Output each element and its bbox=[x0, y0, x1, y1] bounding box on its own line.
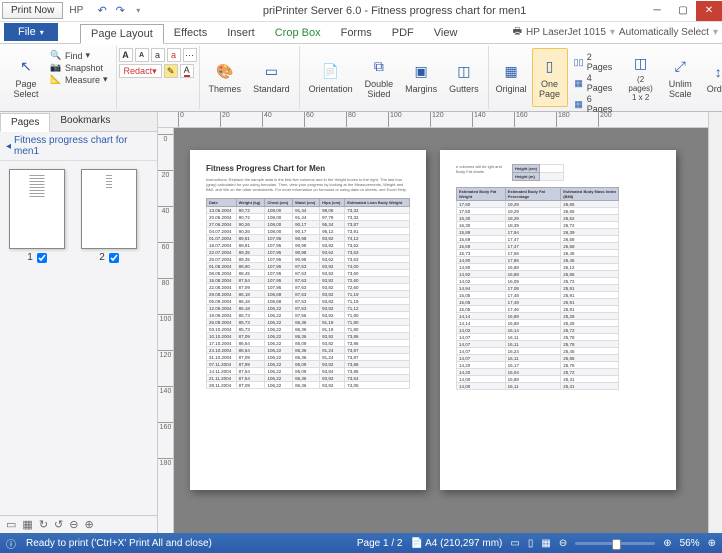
tab-crop-box[interactable]: Crop Box bbox=[265, 24, 331, 42]
tab-pdf[interactable]: PDF bbox=[382, 24, 424, 42]
themes-button[interactable]: 🎨Themes bbox=[204, 48, 247, 107]
status-view-2[interactable]: ▯ bbox=[528, 538, 534, 549]
page-select-button[interactable]: ↖Page Select bbox=[8, 48, 44, 107]
bookmarks-tab[interactable]: Bookmarks bbox=[50, 112, 120, 131]
margins-button[interactable]: ▣Margins bbox=[400, 48, 442, 107]
doc-instructions: Instructions: Replace the sample data in… bbox=[206, 177, 410, 192]
minimize-button[interactable]: ─ bbox=[644, 1, 670, 21]
find-button[interactable]: 🔍Find ▾ bbox=[50, 50, 108, 61]
char2-button[interactable]: a bbox=[167, 48, 181, 62]
order-button[interactable]: ↕Order bbox=[700, 48, 722, 107]
sp-tool-4[interactable]: ↺ bbox=[54, 518, 63, 531]
document-name[interactable]: ◂Fitness progress chart for men1 bbox=[0, 132, 157, 161]
thumb-2-checkbox[interactable] bbox=[109, 253, 119, 263]
page-1-preview: Fitness Progress Chart for Men Instructi… bbox=[190, 150, 426, 490]
data-table-2: Estimated Body Fat WeightEstimated Body … bbox=[456, 187, 619, 390]
tab-forms[interactable]: Forms bbox=[331, 24, 382, 42]
printer-icon: 🖶 bbox=[513, 24, 522, 41]
qat-dropdown-icon[interactable]: ▾ bbox=[131, 4, 145, 18]
horizontal-ruler: 020406080100120140160180200 bbox=[158, 112, 708, 128]
sp-zoom-out[interactable]: ⊖ bbox=[69, 518, 78, 531]
zoom-out[interactable]: ⊖ bbox=[559, 538, 567, 549]
find-icon: 🔍 bbox=[50, 50, 62, 61]
print-now-button[interactable]: Print Now bbox=[2, 2, 63, 19]
tab-effects[interactable]: Effects bbox=[164, 24, 217, 42]
status-page[interactable]: Page 1 / 2 bbox=[357, 538, 403, 549]
sp-zoom-in[interactable]: ⊕ bbox=[84, 518, 93, 531]
file-menu[interactable]: File bbox=[4, 23, 58, 41]
one-page-button[interactable]: ▯One Page bbox=[532, 48, 568, 107]
printer-brand-label: HP bbox=[63, 3, 89, 18]
measure-button[interactable]: 📐Measure ▾ bbox=[50, 74, 108, 85]
redo-icon[interactable]: ↷ bbox=[113, 4, 127, 18]
status-ready: Ready to print ('Ctrl+X' Print All and c… bbox=[26, 538, 212, 549]
double-sided-button[interactable]: ⧉Double Sided bbox=[360, 48, 399, 107]
4-pages-button[interactable]: ▦4 Pages bbox=[574, 73, 616, 93]
2pages-1x2-button[interactable]: ◫(2 pages) 1 x 2 bbox=[621, 48, 660, 107]
doc-title: Fitness Progress Chart for Men bbox=[206, 164, 410, 173]
status-size[interactable]: 📄 A4 (210,297 mm) bbox=[410, 538, 502, 549]
page-thumbnail-1[interactable]: ▬▬▬▬▬▬▬▬▬▬▬▬▬▬▬▬▬▬▬▬▬▬▬▬▬▬▬▬▬▬▬▬▬▬▬▬▬▬▬▬… bbox=[6, 169, 68, 507]
6-pages-button[interactable]: ▦6 Pages bbox=[574, 94, 616, 114]
standard-button[interactable]: ▭Standard bbox=[248, 48, 295, 107]
pages-tab[interactable]: Pages bbox=[0, 113, 50, 132]
snapshot-button[interactable]: 📷Snapshot bbox=[50, 62, 108, 73]
undo-icon[interactable]: ↶ bbox=[95, 4, 109, 18]
status-view-3[interactable]: ▦ bbox=[541, 538, 550, 549]
zoom-in[interactable]: ⊕ bbox=[663, 538, 671, 549]
zoom-slider[interactable] bbox=[575, 542, 655, 545]
more-button[interactable]: ⋯ bbox=[183, 48, 197, 62]
tab-page-layout[interactable]: Page Layout bbox=[80, 24, 164, 44]
2-pages-button[interactable]: ▯▯2 Pages bbox=[574, 52, 616, 72]
page-thumbnail-2[interactable]: ▬▬▬▬▬▬▬▬▬▬ 2 bbox=[78, 169, 140, 507]
printer-name[interactable]: HP LaserJet 1015 bbox=[526, 27, 606, 38]
gutters-button[interactable]: ◫Gutters bbox=[444, 48, 484, 107]
tab-insert[interactable]: Insert bbox=[217, 24, 265, 42]
font-grow-button[interactable]: A bbox=[119, 48, 133, 62]
sp-tool-2[interactable]: ▦ bbox=[22, 518, 32, 531]
camera-icon: 📷 bbox=[50, 62, 62, 73]
original-button[interactable]: ▦Original bbox=[493, 48, 530, 107]
status-view-1[interactable]: ▭ bbox=[510, 538, 519, 549]
ruler-icon: 📐 bbox=[50, 74, 62, 85]
unlim-scale-button[interactable]: ⤢Unlim Scale bbox=[662, 48, 698, 107]
status-ready-icon: ⓘ bbox=[6, 536, 16, 551]
orientation-button[interactable]: 📄Orientation bbox=[304, 48, 358, 107]
preview-canvas[interactable]: Fitness Progress Chart for Men Instructi… bbox=[174, 128, 708, 533]
window-title: priPrinter Server 6.0 - Fitness progress… bbox=[145, 5, 644, 17]
font-shrink-button[interactable]: A bbox=[135, 48, 149, 62]
zoom-fit[interactable]: ⊕ bbox=[708, 538, 716, 549]
tab-view[interactable]: View bbox=[424, 24, 468, 42]
collapse-icon: ◂ bbox=[6, 141, 11, 152]
vertical-ruler: 020406080100120140160180 bbox=[158, 128, 174, 533]
page-2-preview: e columns will be ight and Body Fat char… bbox=[440, 150, 676, 490]
close-button[interactable]: ✕ bbox=[696, 1, 722, 21]
highlight-button[interactable]: ✎ bbox=[164, 64, 178, 78]
sp-tool-3[interactable]: ↻ bbox=[39, 518, 48, 531]
thumb-1-checkbox[interactable] bbox=[37, 253, 47, 263]
maximize-button[interactable]: ▢ bbox=[670, 1, 696, 21]
sp-tool-1[interactable]: ▭ bbox=[6, 518, 16, 531]
data-table-1: DateWeight (kg)Chest (cm)Waist (cm)Hips … bbox=[206, 198, 410, 389]
char-button[interactable]: a bbox=[151, 48, 165, 62]
printer-mode[interactable]: Automatically Select bbox=[619, 27, 709, 38]
font-color-button[interactable]: A bbox=[180, 64, 194, 78]
zoom-level[interactable]: 56% bbox=[680, 538, 700, 549]
vertical-scrollbar[interactable] bbox=[708, 112, 722, 533]
redact-button[interactable]: Redact ▾ bbox=[119, 64, 162, 78]
